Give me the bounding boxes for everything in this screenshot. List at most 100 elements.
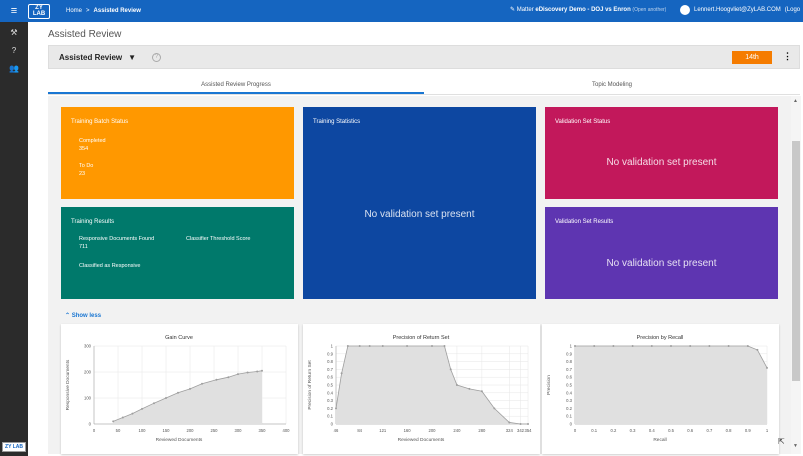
help-icon[interactable]: ? <box>0 46 28 58</box>
x-tick-label: 0.1 <box>591 428 597 433</box>
tab-assisted-review-progress[interactable]: Assisted Review Progress <box>48 78 424 94</box>
data-point <box>455 384 458 386</box>
y-tick-label: 0 <box>570 422 573 427</box>
x-tick-label: 240 <box>453 428 461 433</box>
empty-message: No validation set present <box>606 157 717 168</box>
data-point <box>358 345 361 347</box>
todo-stat: To Do 23 <box>79 162 93 178</box>
data-point <box>177 391 179 394</box>
data-point <box>346 345 349 347</box>
account-icon <box>680 5 690 15</box>
scroll-up-icon[interactable]: ▲ <box>793 98 798 104</box>
logout-link[interactable]: (Logo <box>785 7 800 13</box>
scroll-down-icon[interactable]: ▼ <box>793 443 798 449</box>
data-point <box>631 345 634 347</box>
data-point <box>493 407 496 410</box>
user-menu[interactable]: Lennert.Hoogvliet@ZyLAB.COM (Logo <box>680 5 800 15</box>
mouse-cursor-icon: ⇱ <box>778 437 785 446</box>
matter-prefix: Matter <box>516 7 536 13</box>
threshold-label: Classifier Threshold Score <box>186 236 251 242</box>
x-tick-label: 100 <box>139 428 147 433</box>
user-email[interactable]: Lennert.Hoogvliet@ZyLAB.COM <box>694 7 781 13</box>
more-options-icon[interactable]: ⋮ <box>783 51 792 62</box>
matter-selector[interactable]: ✎ Matter eDiscovery Demo - DOJ vs Enron … <box>510 6 666 13</box>
data-point <box>131 412 134 415</box>
breadcrumb-current: Assisted Review <box>93 8 141 14</box>
date-button[interactable]: 14th <box>732 51 772 64</box>
gain-curve-svg: Gain Curve 0 100 200 300 0 50 100 150 200 250 300 35… <box>65 335 290 443</box>
x-tick-label: 0.5 <box>668 428 674 433</box>
scroll-thumb[interactable] <box>792 141 800 381</box>
show-less-toggle[interactable]: ⌃ Show less <box>65 312 101 319</box>
sidebar-logo: ZY LAB <box>0 438 28 456</box>
card-title: Validation Set Status <box>555 119 611 125</box>
x-tick-label: 300 <box>235 428 243 433</box>
y-tick-label: 0.3 <box>566 398 572 403</box>
scrollbar[interactable]: ▲ ▼ <box>791 96 801 454</box>
y-tick-label: 100 <box>84 396 92 401</box>
assisted-review-dropdown[interactable]: Assisted Review ▼ <box>59 53 136 62</box>
training-results-card: Training Results Responsive Documents Fo… <box>61 207 294 299</box>
menu-icon[interactable]: ≡ <box>0 0 28 22</box>
x-tick-label: 0 <box>574 428 577 433</box>
caret-down-icon: ▼ <box>128 52 137 62</box>
y-tick-label: 0.1 <box>327 414 333 419</box>
open-another-link[interactable]: (Open another) <box>632 7 666 13</box>
classified-label: Classified as Responsive <box>79 263 141 269</box>
y-tick-label: 0.9 <box>566 351 572 356</box>
people-icon[interactable]: 👥 <box>0 64 28 76</box>
matter-name[interactable]: eDiscovery Demo - DOJ vs Enron <box>535 7 630 13</box>
x-tick-label: 0 <box>93 428 96 433</box>
validation-set-status-card: Validation Set Status No validation set … <box>545 107 778 199</box>
data-point <box>519 423 522 425</box>
tab-topic-modeling[interactable]: Topic Modeling <box>424 78 800 94</box>
completed-value: 354 <box>79 146 89 152</box>
y-axis-label: Precision of Return Set <box>307 360 313 410</box>
y-tick-label: 0.9 <box>327 351 333 356</box>
x-tick-label: 280 <box>478 428 486 433</box>
x-tick-label: 1 <box>766 428 769 433</box>
data-point <box>215 378 218 381</box>
data-point <box>368 345 371 347</box>
data-point <box>766 366 768 369</box>
wrench-icon[interactable]: ⚒ <box>0 28 28 40</box>
completed-label: Completed <box>79 138 106 144</box>
dropdown-label: Assisted Review <box>59 52 123 62</box>
help-icon[interactable]: ? <box>152 52 162 62</box>
breadcrumb-home[interactable]: Home <box>66 8 82 14</box>
show-less-label: Show less <box>71 313 102 319</box>
data-point <box>141 407 143 410</box>
y-axis-label: Precision <box>546 375 552 395</box>
series-area <box>113 370 262 424</box>
y-tick-label: 1 <box>570 344 573 349</box>
x-tick-label: 200 <box>187 428 195 433</box>
y-tick-label: 0.7 <box>566 367 572 372</box>
x-tick-label: 160 <box>404 428 412 433</box>
series-area <box>575 346 767 424</box>
y-tick-label: 300 <box>84 344 92 349</box>
top-bar: ≡ ZY LAB Home > Assisted Review ✎ Matter… <box>0 0 803 22</box>
x-axis-label: Reviewed Documents <box>156 437 203 443</box>
y-tick-label: 0.1 <box>566 414 572 419</box>
y-tick-label: 0.4 <box>566 390 572 395</box>
x-tick-label: 354 <box>525 428 533 433</box>
app-logo[interactable]: ZY LAB <box>28 3 50 19</box>
data-point <box>256 370 259 373</box>
todo-value: 23 <box>79 171 86 177</box>
x-tick-label: 0.7 <box>706 428 712 433</box>
data-point <box>112 420 115 423</box>
data-point <box>650 345 653 347</box>
x-tick-label: 121 <box>379 428 387 433</box>
data-point <box>574 345 576 347</box>
page-title: Assisted Review <box>48 29 122 40</box>
precision-by-recall-svg: Precision by Recall 0 0.1 0.2 0.3 0.4 0.5 0.6 0.… <box>546 335 769 443</box>
x-tick-label: 324 <box>506 428 514 433</box>
chart-title: Precision of Return Set <box>393 335 450 341</box>
y-tick-label: 0.5 <box>566 383 572 388</box>
data-point <box>406 345 409 347</box>
empty-message: No validation set present <box>364 209 475 220</box>
data-point <box>480 390 483 393</box>
responsive-value: 711 <box>79 244 88 250</box>
y-tick-label: 0.8 <box>566 359 572 364</box>
data-point <box>340 372 343 375</box>
